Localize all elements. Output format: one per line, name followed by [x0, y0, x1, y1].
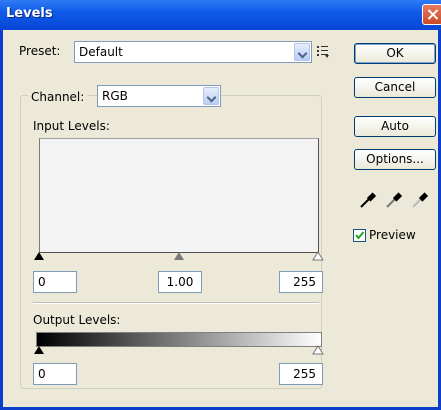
input-white-slider[interactable] [312, 251, 324, 261]
input-black-slider[interactable] [33, 251, 45, 261]
channel-value: RGB [102, 89, 128, 103]
preset-options-icon[interactable] [316, 45, 330, 59]
close-button[interactable] [422, 4, 441, 25]
levels-dialog: Levels Preset: Default OK Cancel Auto Op… [0, 0, 441, 410]
channel-label: Channel: [28, 90, 88, 104]
preset-label: Preset: [19, 44, 61, 58]
preview-label[interactable]: Preview [369, 228, 416, 242]
window-title: Levels [6, 6, 53, 21]
input-levels-label: Input Levels: [33, 119, 110, 133]
check-icon [355, 231, 365, 240]
output-black-slider[interactable] [33, 345, 45, 355]
auto-button[interactable]: Auto [354, 116, 436, 137]
input-white-field[interactable]: 255 [279, 271, 323, 293]
output-white-field[interactable]: 255 [279, 363, 323, 385]
gray-eyedropper-icon[interactable] [384, 190, 404, 210]
ok-button[interactable]: OK [354, 43, 436, 64]
chevron-down-icon[interactable] [203, 87, 219, 105]
preset-dropdown[interactable]: Default [74, 41, 312, 63]
output-levels-label: Output Levels: [33, 313, 121, 327]
histogram [39, 138, 319, 253]
output-gradient-bar [36, 332, 322, 347]
input-black-field[interactable]: 0 [33, 271, 77, 293]
dialog-body: Preset: Default OK Cancel Auto Options..… [3, 30, 438, 407]
input-gamma-slider[interactable] [173, 251, 185, 261]
channel-dropdown[interactable]: RGB [97, 85, 221, 107]
output-white-slider[interactable] [312, 345, 324, 355]
black-eyedropper-icon[interactable] [358, 190, 378, 210]
input-gamma-field[interactable]: 1.00 [158, 271, 202, 293]
title-bar[interactable]: Levels [0, 0, 441, 30]
output-black-field[interactable]: 0 [33, 363, 77, 385]
chevron-down-icon[interactable] [294, 43, 310, 61]
preview-checkbox[interactable] [353, 229, 366, 242]
white-eyedropper-icon[interactable] [410, 190, 430, 210]
divider [33, 302, 319, 304]
options-button[interactable]: Options... [354, 149, 436, 170]
cancel-button[interactable]: Cancel [354, 77, 436, 98]
preset-value: Default [79, 45, 123, 59]
